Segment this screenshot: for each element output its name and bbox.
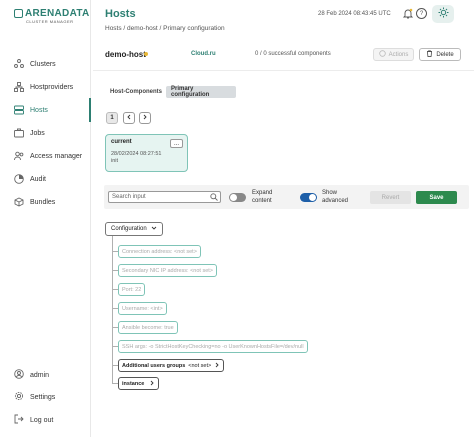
trash-icon: [426, 50, 433, 59]
hostproviders-icon: [14, 82, 24, 92]
config-group-additional-users[interactable]: Additional users groups <not set>: [118, 359, 225, 372]
save-button[interactable]: Save: [416, 191, 457, 204]
delete-label: Delete: [436, 51, 454, 58]
chevron-left-icon: [126, 114, 132, 122]
configuration-root-node[interactable]: Configuration: [105, 222, 163, 236]
bundles-icon: [14, 197, 24, 207]
components-status: 0 / 0 successful components: [255, 51, 331, 57]
sidebar-item-access-manager[interactable]: Access manager: [0, 146, 91, 166]
logo[interactable]: ARENADATA CLUSTER MANAGER: [14, 8, 90, 24]
chevron-right-icon: [149, 380, 155, 388]
logo-icon: [14, 9, 23, 18]
config-field-secondary-nic[interactable]: Secondary NIC IP address: <not set>: [118, 264, 218, 277]
sidebar-item-label: Settings: [30, 393, 56, 401]
toggle-knob: [309, 194, 316, 201]
instance-label: instance: [122, 380, 145, 387]
sidebar-item-label: admin: [30, 371, 50, 379]
bell-icon[interactable]: [402, 8, 413, 19]
help-icon[interactable]: ?: [416, 8, 427, 19]
divider: [93, 70, 474, 71]
hosts-icon: [14, 105, 24, 115]
config-field-port[interactable]: Port: 22: [118, 283, 146, 296]
access-manager-icon: [14, 151, 24, 161]
sidebar-item-label: Bundles: [30, 198, 56, 206]
next-page-button[interactable]: [139, 112, 151, 124]
sidebar-item-clusters[interactable]: Clusters: [0, 54, 91, 74]
sidebar-item-jobs[interactable]: Jobs: [0, 123, 91, 143]
expand-content-toggle[interactable]: [229, 193, 246, 202]
advanced-label-line-2: advanced: [322, 198, 349, 204]
tree-connector: [112, 236, 113, 383]
show-advanced-toggle[interactable]: [300, 193, 317, 202]
config-version-card[interactable]: current 28/02/2024 08:27:51 init ...: [105, 134, 188, 172]
show-advanced-label: Show advanced: [322, 189, 348, 205]
page-current[interactable]: 1: [106, 112, 118, 124]
logout-icon: [14, 414, 24, 426]
expand-label-line-2: content: [252, 198, 272, 204]
actions-label: Actions: [388, 51, 409, 58]
config-date: 28/02/2024 08:27:51: [111, 151, 162, 157]
chevron-down-icon: [151, 225, 157, 233]
brand-subtitle: CLUSTER MANAGER: [26, 19, 74, 24]
host-status-dot: [144, 52, 148, 56]
audit-icon: [14, 174, 24, 184]
sidebar-item-settings[interactable]: Settings: [0, 387, 91, 407]
more-options-button[interactable]: ...: [170, 139, 183, 148]
settings-icon: [14, 391, 24, 403]
sidebar-item-audit[interactable]: Audit: [0, 169, 91, 189]
breadcrumb[interactable]: Hosts / demo-host / Primary configuratio…: [105, 25, 225, 32]
group-value: <not set>: [188, 362, 212, 369]
sun-icon: [438, 7, 449, 21]
expand-content-label: Expand content: [252, 189, 272, 205]
sidebar-item-label: Access manager: [30, 152, 83, 160]
actions-button[interactable]: Actions: [373, 48, 414, 61]
chevron-right-icon: [142, 114, 148, 122]
sidebar-item-label: Clusters: [30, 60, 56, 68]
datetime: 28 Feb 2024 08:43:45 UTC: [318, 11, 391, 17]
sidebar-item-bundles[interactable]: Bundles: [0, 192, 91, 212]
advanced-label-line-1: Show: [322, 190, 338, 196]
user-icon: [14, 369, 24, 381]
config-group-instance[interactable]: instance: [118, 377, 160, 390]
delete-button[interactable]: Delete: [419, 48, 461, 61]
sidebar-item-hostproviders[interactable]: Hostproviders: [0, 77, 91, 97]
chevron-right-icon: [214, 362, 220, 370]
actions-icon: [378, 50, 386, 59]
config-description: init: [111, 158, 119, 164]
sidebar-item-label: Log out: [30, 416, 54, 424]
revert-button[interactable]: Revert: [370, 191, 411, 204]
host-name: demo-host: [105, 50, 146, 59]
sidebar-item-label: Audit: [30, 175, 46, 183]
sidebar-item-hosts[interactable]: Hosts: [0, 100, 91, 120]
active-indicator: [89, 98, 91, 122]
theme-toggle-button[interactable]: [432, 5, 454, 23]
sidebar-item-label: Jobs: [30, 129, 45, 137]
config-field-connection-address[interactable]: Connection address: <not set>: [118, 245, 201, 258]
group-label: Additional users groups: [122, 362, 186, 369]
sidebar-item-label: Hostproviders: [30, 83, 74, 91]
toggle-knob: [230, 194, 237, 201]
sidebar-item-admin[interactable]: admin: [0, 365, 91, 385]
expand-label-line-1: Expand: [252, 190, 273, 196]
search-input[interactable]: Search input: [108, 191, 221, 203]
sidebar: ARENADATA CLUSTER MANAGER Clusters Hostp…: [0, 0, 91, 437]
sidebar-item-logout[interactable]: Log out: [0, 410, 91, 430]
config-field-ssh-args[interactable]: SSH args: -o StrictHostKeyChecking=no -o…: [118, 340, 308, 353]
cluster-link[interactable]: Cloud.ru: [191, 51, 216, 57]
prev-page-button[interactable]: [123, 112, 135, 124]
sidebar-item-label: Hosts: [30, 106, 48, 114]
clusters-icon: [14, 59, 24, 69]
config-field-ansible-become[interactable]: Ansible become: true: [118, 321, 178, 334]
brand-name: ARENADATA: [25, 8, 90, 19]
tab-host-components[interactable]: Host-Components: [106, 86, 167, 98]
configuration-root-label: Configuration: [111, 226, 147, 232]
search-icon: [210, 193, 218, 203]
page-title: Hosts: [105, 8, 136, 20]
config-field-username[interactable]: Username: <int>: [118, 302, 167, 315]
jobs-icon: [14, 128, 24, 138]
tab-primary-configuration[interactable]: Primary configuration: [166, 86, 236, 98]
